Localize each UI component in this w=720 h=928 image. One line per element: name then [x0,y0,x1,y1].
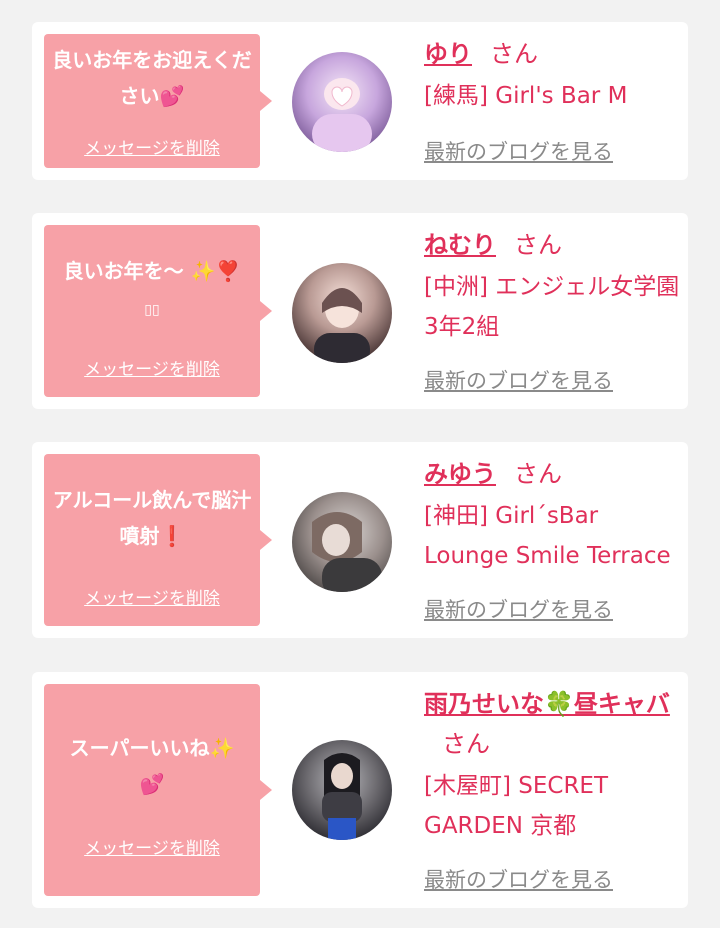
message-card: アルコール飲んで脳汁噴射❗ メッセージを削除 みゆう さん [神田] Girl´s… [32,442,688,638]
unrendered-glyphs: ▯▯ [144,302,160,318]
avatar-image [322,753,362,840]
message-bubble: アルコール飲んで脳汁噴射❗ メッセージを削除 [44,454,272,626]
delete-message-link[interactable]: メッセージを削除 [44,134,260,159]
sparkle-emoji-icon: ✨ [209,736,235,760]
shop-name: [木屋町] SECRET GARDEN 京都 [424,773,609,839]
message-text: 良いお年をお迎えください💕 [52,48,252,108]
shop-name: [練馬] Girl's Bar M [424,83,628,109]
avatar[interactable] [292,740,392,840]
exclamation-emoji-icon: ❗ [159,524,185,548]
avatar-image [314,288,370,363]
message-bubble: 良いお年をお迎えください💕 メッセージを削除 [44,34,272,168]
avatar-image [312,78,372,152]
honorific: さん [442,730,490,758]
honorific: さん [490,40,538,68]
message-text: 良いお年を〜 ✨❣️ ▯▯ [63,259,241,318]
cast-name-row: 雨乃せいな🍀昼キャバさん [424,684,674,764]
latest-blog-link[interactable]: 最新のブログを見る [424,594,613,624]
cast-name-row: ねむり さん [424,225,674,265]
avatar[interactable] [292,492,392,592]
shop-name: [神田] Girl´sBar Lounge Smile Terrace [424,503,671,569]
honorific: さん [514,460,562,488]
message-text: スーパーいいね✨ 💕 [69,736,235,796]
honorific: さん [514,231,562,259]
avatar-image [312,512,382,592]
hearts-emoji-icon: 💕 [139,772,165,796]
delete-message-link[interactable]: メッセージを削除 [44,834,260,859]
message-bubble: 良いお年を〜 ✨❣️ ▯▯ メッセージを削除 [44,225,272,397]
delete-message-link[interactable]: メッセージを削除 [44,584,260,609]
message-card: 良いお年を〜 ✨❣️ ▯▯ メッセージを削除 ねむり さん [中洲] エンジェル女… [32,213,688,409]
cast-name-link[interactable]: 雨乃せいな🍀昼キャバ [424,690,670,718]
message-bubble: スーパーいいね✨ 💕 メッセージを削除 [44,684,272,896]
shop-name: [中洲] エンジェル女学園 3年2組 [424,274,680,340]
heart-emoji-icon: 💕 [159,84,185,108]
avatar[interactable] [292,263,392,363]
cast-name-link[interactable]: ゆり [424,40,472,68]
message-card: 良いお年をお迎えください💕 メッセージを削除 ゆり さん [練馬] Girl's … [32,22,688,180]
latest-blog-link[interactable]: 最新のブログを見る [424,365,613,395]
latest-blog-link[interactable]: 最新のブログを見る [424,864,613,894]
message-card: スーパーいいね✨ 💕 メッセージを削除 雨乃せいな🍀昼キャバさん [木屋町] S… [32,672,688,908]
delete-message-link[interactable]: メッセージを削除 [44,355,260,380]
cast-name-row: みゆう さん [424,454,674,494]
cast-name-row: ゆり さん [424,34,674,74]
latest-blog-link[interactable]: 最新のブログを見る [424,136,613,166]
cast-name-link[interactable]: みゆう [424,460,496,488]
message-text: アルコール飲んで脳汁噴射❗ [52,488,252,548]
sparkle-heart-emoji-icon: ✨❣️ [190,259,241,283]
cast-name-link[interactable]: ねむり [424,231,496,259]
avatar[interactable] [292,52,392,152]
